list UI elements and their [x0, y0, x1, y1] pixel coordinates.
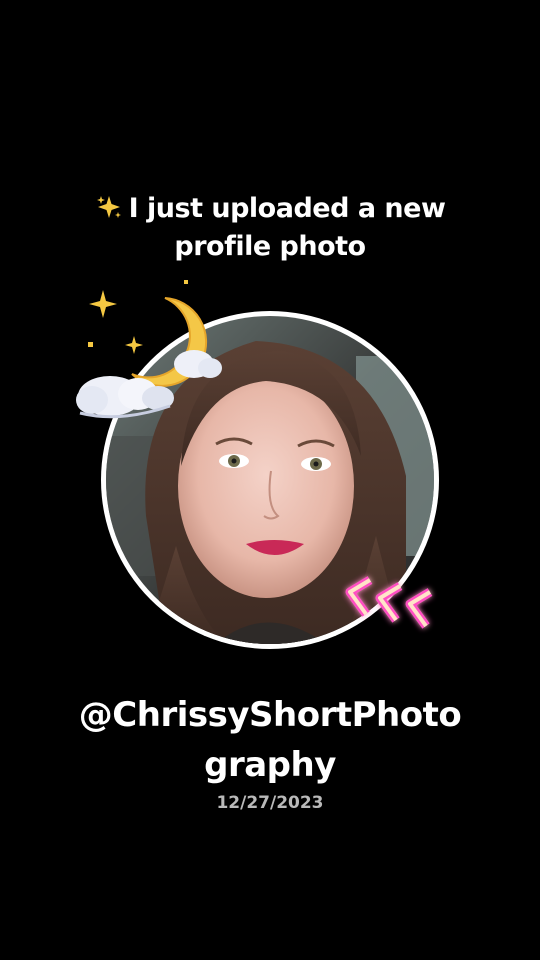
username: @ChrissyShortPhoto graphy [0, 690, 540, 790]
headline-line-2: profile photo [174, 231, 366, 262]
username-line-2: graphy [204, 745, 336, 785]
upload-headline: I just uploaded a new profile photo [0, 190, 540, 266]
headline-line-1: I just uploaded a new [128, 193, 446, 224]
sparkles-icon [95, 193, 123, 219]
post-date: 12/27/2023 [216, 793, 324, 813]
neon-chevrons-icon [338, 570, 448, 640]
username-line-1: @ChrissyShortPhoto [78, 695, 462, 735]
moon-clouds-icon [70, 278, 230, 428]
